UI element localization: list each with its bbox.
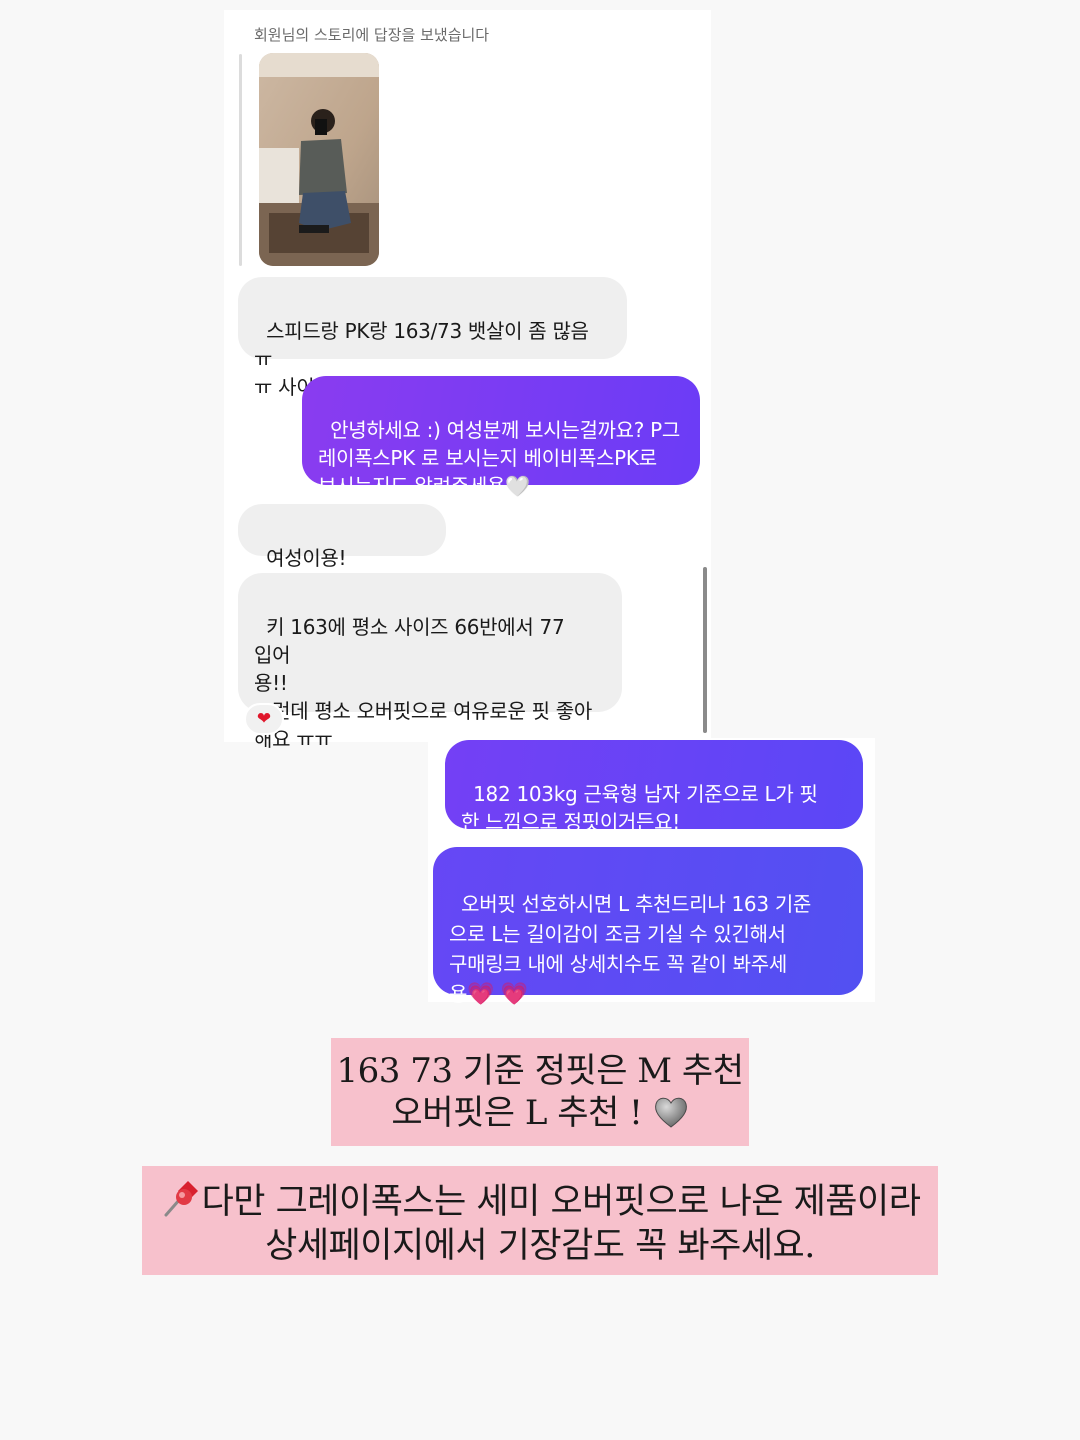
pushpin-icon xyxy=(164,1181,198,1217)
white-heart-icon: 🤍 xyxy=(505,474,530,498)
story-thumbnail[interactable] xyxy=(259,53,379,266)
story-reply-bar xyxy=(239,54,242,266)
message-outgoing[interactable]: 안녕하세요 :) 여성분께 보시는걸까요? P그 레이폭스PK 로 보시는지 베… xyxy=(302,376,700,498)
message-incoming[interactable]: 스피드랑 PK랑 163/73 뱃살이 좀 많음 ㅠ ㅠ 사이즈 팁이요!!!!… xyxy=(238,277,627,399)
message-incoming[interactable]: 키 163에 평소 사이즈 66반에서 77 입어 용!! 그런데 평소 오버핏… xyxy=(238,573,622,751)
note-text: 다만 그레이폭스는 세미 오버핏으로 나온 제품이라 상세페이지에서 기장감도 … xyxy=(201,1182,921,1266)
message-outgoing[interactable]: 오버핏 선호하시면 L 추천드리나 163 기준 으로 L는 길이감이 조금 기… xyxy=(433,847,863,1007)
mirror-selfie-image xyxy=(259,53,379,266)
message-incoming[interactable]: 여성이용! 그레이염!! xyxy=(238,504,446,598)
scrollbar[interactable] xyxy=(703,567,707,733)
message-outgoing[interactable]: 182 103kg 근육형 남자 기준으로 L가 핏 한 느낌으로 정핏이거든요… xyxy=(445,740,863,834)
story-reply-caption: 회원님의 스토리에 답장을 보냈습니다 xyxy=(254,26,490,44)
grey-heart-icon xyxy=(654,1097,687,1128)
pink-heart-icon: 💗 💗 xyxy=(467,982,528,1007)
size-recommendation-note: 163 73 기준 정핏은 M 추천 오버핏은 L 추천 ! xyxy=(331,1038,749,1146)
message-text: 182 103kg 근육형 남자 기준으로 L가 핏 한 느낌으로 정핏이거든요… xyxy=(461,782,818,834)
red-heart-icon[interactable]: ❤ xyxy=(244,703,284,735)
fit-warning-note: 다만 그레이폭스는 세미 오버핏으로 나온 제품이라 상세페이지에서 기장감도 … xyxy=(142,1166,938,1275)
